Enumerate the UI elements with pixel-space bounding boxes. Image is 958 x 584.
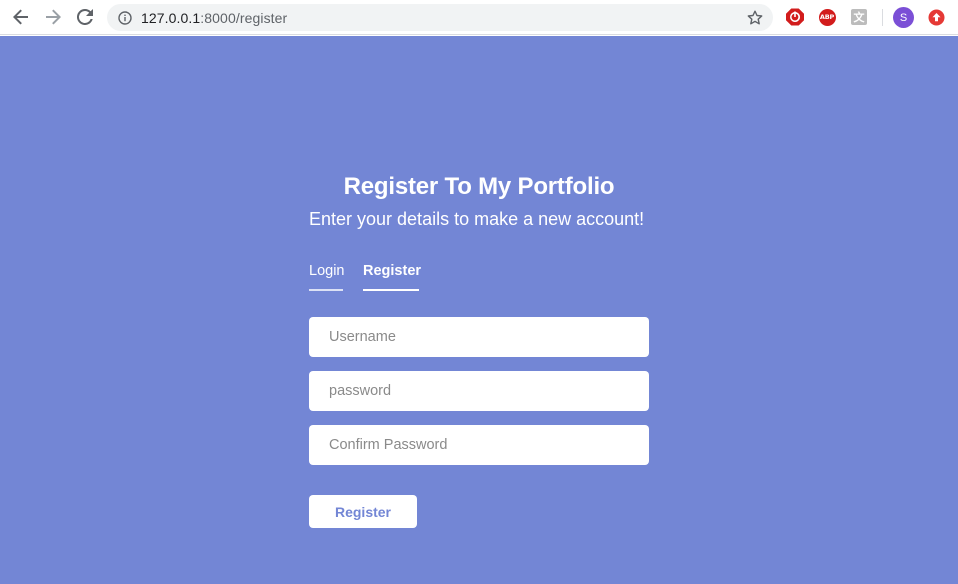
adblock-label: ABP bbox=[818, 8, 836, 26]
back-arrow-icon[interactable] bbox=[9, 6, 33, 28]
browser-toolbar: 127.0.0.1:8000/register ABP 文 S bbox=[0, 0, 958, 35]
url-text: 127.0.0.1:8000/register bbox=[141, 10, 287, 26]
password-input[interactable] bbox=[309, 371, 649, 411]
confirm-password-input[interactable] bbox=[309, 425, 649, 465]
star-icon[interactable] bbox=[746, 9, 764, 27]
username-input[interactable] bbox=[309, 317, 649, 357]
profile-avatar[interactable]: S bbox=[893, 7, 914, 28]
tab-register[interactable]: Register bbox=[363, 263, 421, 291]
page-background: Register To My Portfolio Enter your deta… bbox=[0, 36, 958, 584]
page-title: Register To My Portfolio bbox=[343, 173, 615, 200]
url-host: 127.0.0.1 bbox=[141, 9, 201, 26]
reload-icon[interactable] bbox=[73, 6, 97, 28]
forward-arrow-icon[interactable] bbox=[41, 6, 65, 28]
page-subtitle: Enter your details to make a new account… bbox=[309, 209, 645, 229]
translate-label: 文 bbox=[851, 9, 867, 25]
info-icon[interactable] bbox=[118, 10, 132, 25]
register-button[interactable]: Register bbox=[309, 495, 417, 528]
address-bar[interactable]: 127.0.0.1:8000/register bbox=[107, 4, 773, 31]
tab-login[interactable]: Login bbox=[309, 263, 344, 291]
upload-extension-icon[interactable] bbox=[927, 8, 945, 26]
url-path: :8000/register bbox=[200, 9, 288, 26]
adblock-extension-icon[interactable]: ABP bbox=[818, 8, 836, 26]
translate-extension-icon[interactable]: 文 bbox=[850, 8, 868, 26]
stop-extension-icon[interactable] bbox=[786, 8, 804, 26]
toolbar-divider bbox=[882, 9, 883, 26]
